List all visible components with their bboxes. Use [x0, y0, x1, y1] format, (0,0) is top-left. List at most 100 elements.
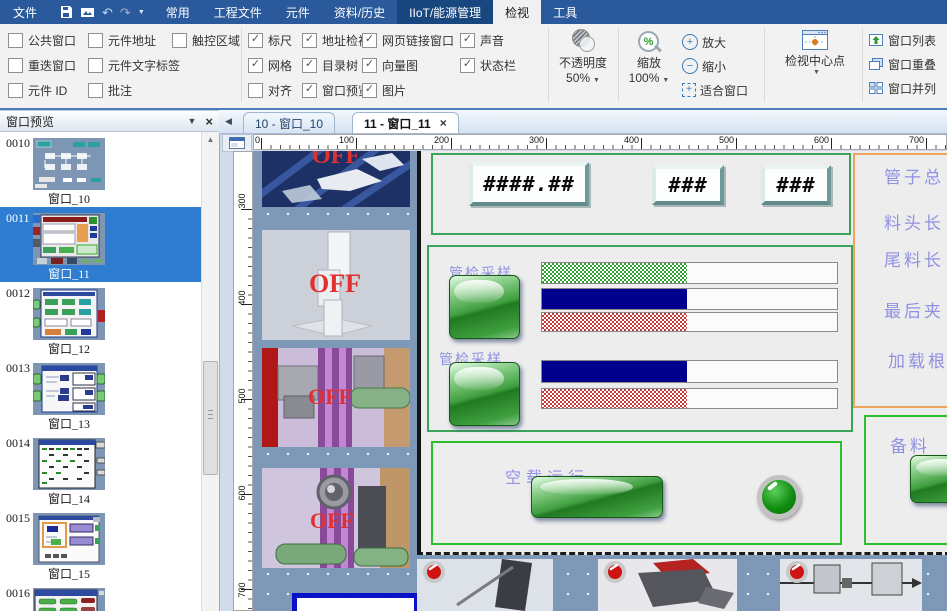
checkbox-public-window[interactable]: 公共窗口 — [8, 28, 76, 53]
checkbox-box[interactable] — [88, 83, 103, 98]
numeric-display[interactable]: ### — [761, 165, 831, 205]
preview-item-window-12[interactable]: 0012 窗口_12 — [0, 282, 202, 357]
bar-gauge[interactable] — [541, 360, 838, 383]
scrollbar-thumb[interactable] — [203, 361, 218, 475]
panel-dropdown-icon[interactable]: ▼ — [187, 116, 196, 126]
save-icon[interactable] — [59, 5, 73, 19]
checkbox-address-view[interactable]: 地址检视 — [302, 28, 370, 53]
preview-item-window-10[interactable]: 0010 窗口_10 — [0, 132, 202, 207]
checkbox-box[interactable] — [248, 58, 263, 73]
bar-gauge[interactable] — [541, 288, 838, 310]
checkbox-touch-area[interactable]: 触控区域 — [172, 28, 240, 53]
tab-scroll-left-icon[interactable]: ◀ — [225, 116, 232, 127]
checkbox-box[interactable] — [460, 58, 475, 73]
checkbox-ruler[interactable]: 标尺 — [248, 28, 292, 53]
checkbox-box[interactable] — [248, 33, 263, 48]
checkbox-box[interactable] — [248, 83, 263, 98]
preview-item-window-15[interactable]: 0015 窗口_15 — [0, 507, 202, 582]
preview-item-window-14[interactable]: 0014 窗口_14 — [0, 432, 202, 507]
checkbox-box[interactable] — [8, 33, 23, 48]
view-center-button[interactable]: 检视中心点 ▼ — [772, 28, 858, 76]
export-image-icon[interactable] — [80, 6, 95, 19]
tab-tools[interactable]: 工具 — [541, 0, 589, 24]
fit-window-button[interactable]: +适合窗口 — [682, 78, 748, 102]
preview-item-window-16[interactable]: 0016 — [0, 582, 202, 611]
checkbox-status-bar[interactable]: 状态栏 — [460, 53, 516, 78]
checkbox-annotation[interactable]: 批注 — [88, 78, 180, 103]
quick-access-toolbar: ↶ ↷ ▼ — [50, 0, 154, 24]
checkbox-box[interactable] — [172, 33, 187, 48]
checkbox-box[interactable] — [88, 58, 103, 73]
zoom-scale-button[interactable]: % 缩放 100%▼ — [624, 30, 674, 85]
off-label: OFF — [308, 384, 352, 409]
checkbox-box[interactable] — [302, 58, 317, 73]
checkbox-directory-tree[interactable]: 目录树 — [302, 53, 370, 78]
tab-project-files[interactable]: 工程文件 — [202, 0, 274, 24]
checkbox-box[interactable] — [362, 58, 377, 73]
hmi-window-surface[interactable]: ####.## ### ### 管子总 料头长 尾料长 最后夹 加载根 管检采样… — [417, 151, 947, 555]
panel-close-icon[interactable]: × — [205, 114, 213, 129]
checkbox-box[interactable] — [8, 83, 23, 98]
machine-image-button-3[interactable]: OFF — [262, 348, 410, 447]
checkbox-box[interactable] — [88, 33, 103, 48]
file-menu[interactable]: 文件 — [0, 0, 50, 24]
checkbox-box[interactable] — [302, 83, 317, 98]
scroll-up-icon[interactable]: ▲ — [202, 132, 219, 147]
machine-image-button-1[interactable]: OFF — [262, 151, 410, 207]
sample-button-2[interactable] — [449, 362, 520, 426]
checkbox-box[interactable] — [362, 83, 377, 98]
tab-iiot-energy[interactable]: IIoT/能源管理 — [397, 0, 493, 24]
checkbox-box[interactable] — [362, 33, 377, 48]
checkbox-window-preview[interactable]: 窗口预览 — [302, 78, 370, 103]
bar-gauge[interactable] — [541, 388, 838, 409]
checkbox-align[interactable]: 对齐 — [248, 78, 292, 103]
preview-item-window-13[interactable]: 0013 窗口_13 — [0, 357, 202, 432]
checkbox-box[interactable] — [8, 58, 23, 73]
tab-data-history[interactable]: 资料/历史 — [322, 0, 397, 24]
blue-frame-widget[interactable] — [292, 593, 419, 611]
doc-tab-window-10[interactable]: 10 - 窗口_10 — [243, 112, 335, 133]
design-canvas[interactable]: OFF OFF OFF — [253, 151, 947, 611]
sample-button-1[interactable] — [449, 275, 520, 339]
idle-run-button[interactable] — [531, 476, 663, 518]
ribbon-check-col: 触控区域 — [172, 28, 240, 53]
qat-dropdown-icon[interactable]: ▼ — [138, 9, 145, 16]
checkbox-picture[interactable]: 图片 — [362, 78, 454, 103]
backup-button[interactable] — [910, 455, 947, 503]
doc-tab-window-11[interactable]: 11 - 窗口_11× — [352, 112, 459, 133]
close-tab-icon[interactable]: × — [440, 116, 447, 130]
checkbox-sound[interactable]: 声音 — [460, 28, 516, 53]
machine-tile-button-1[interactable] — [417, 559, 553, 611]
checkbox-element-text-label[interactable]: 元件文字标签 — [88, 53, 180, 78]
tab-elements[interactable]: 元件 — [274, 0, 322, 24]
bar-gauge[interactable] — [541, 312, 838, 332]
machine-image-button-4[interactable]: OFF — [262, 468, 410, 568]
machine-image-button-2[interactable]: OFF — [262, 230, 410, 340]
status-led-green[interactable] — [757, 475, 801, 519]
undo-icon[interactable]: ↶ — [102, 6, 113, 19]
checkbox-overlay-window[interactable]: 重迭窗口 — [8, 53, 76, 78]
tab-home[interactable]: 常用 — [154, 0, 202, 24]
numeric-display[interactable]: ####.## — [469, 162, 589, 206]
numeric-display[interactable]: ### — [652, 165, 724, 205]
checkbox-element-address[interactable]: 元件地址 — [88, 28, 180, 53]
opacity-button[interactable]: 不透明度 50%▼ — [552, 28, 614, 85]
redo-icon[interactable]: ↷ — [120, 6, 131, 19]
checkbox-box[interactable] — [302, 33, 317, 48]
preview-scrollbar[interactable]: ▲ — [201, 132, 219, 611]
checkbox-element-id[interactable]: 元件 ID — [8, 78, 76, 103]
checkbox-grid[interactable]: 网格 — [248, 53, 292, 78]
window-cascade-button[interactable]: 窗口重叠 — [868, 52, 936, 76]
tab-view[interactable]: 检视 — [493, 0, 541, 24]
machine-tile-button-2[interactable] — [598, 559, 737, 611]
checkbox-box[interactable] — [460, 33, 475, 48]
checkbox-web-link-window[interactable]: 网页链接窗口 — [362, 28, 454, 53]
zoom-out-button[interactable]: −缩小 — [682, 54, 748, 78]
machine-tile-button-3[interactable] — [780, 559, 922, 611]
window-list-button[interactable]: 窗口列表 — [868, 28, 936, 52]
checkbox-vector-graph[interactable]: 向量图 — [362, 53, 454, 78]
bar-gauge[interactable] — [541, 262, 838, 284]
zoom-in-button[interactable]: +放大 — [682, 30, 748, 54]
window-tile-button[interactable]: 窗口并列 — [868, 76, 936, 100]
preview-item-window-11[interactable]: 0011 窗口_11 — [0, 207, 202, 282]
